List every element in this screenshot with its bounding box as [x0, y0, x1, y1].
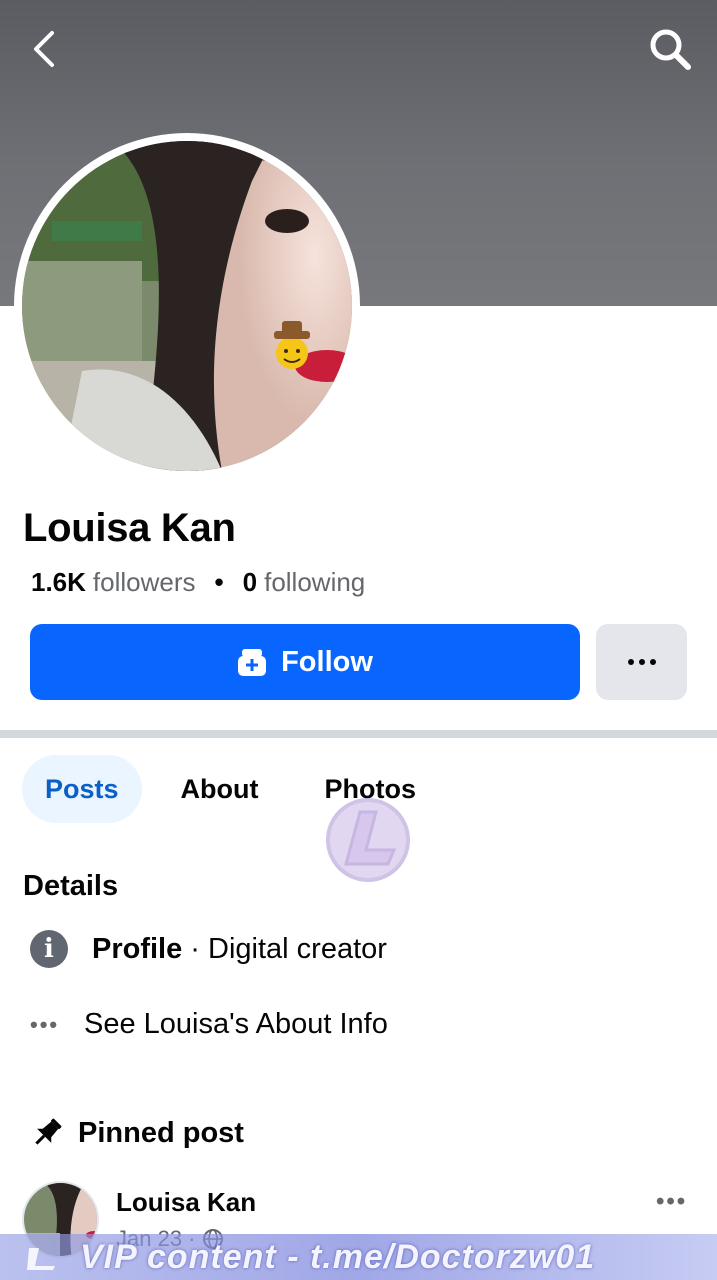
- pin-icon: [35, 1118, 62, 1145]
- see-about-info-link[interactable]: ••• See Louisa's About Info: [30, 1008, 388, 1041]
- more-dots-icon: [627, 659, 656, 665]
- info-icon: i: [30, 930, 68, 968]
- detail-profile-type: i Profile · Digital creator: [30, 930, 387, 968]
- followers-link[interactable]: 1.6K followers: [31, 567, 196, 598]
- section-divider: [0, 730, 717, 738]
- follow-label: Follow: [281, 645, 373, 678]
- following-link[interactable]: 0 following: [243, 567, 366, 598]
- profile-name: Louisa Kan: [23, 506, 236, 550]
- pinned-post-header: Pinned post: [30, 1116, 244, 1150]
- avatar-image: [22, 141, 352, 471]
- pinned-title: Pinned post: [78, 1116, 244, 1149]
- profile-more-button[interactable]: [596, 624, 687, 700]
- tab-posts[interactable]: Posts: [22, 755, 142, 823]
- profile-stats: 1.6K followers • 0 following: [31, 567, 365, 598]
- profile-avatar[interactable]: [22, 141, 352, 471]
- following-count: 0: [242, 567, 258, 597]
- details-title: Details: [23, 870, 119, 902]
- search-icon: [650, 29, 691, 70]
- search-button[interactable]: [645, 24, 695, 74]
- detail-value: · Digital creator: [182, 932, 387, 965]
- about-link-label: See Louisa's About Info: [84, 1008, 388, 1040]
- post-more-button[interactable]: •••: [656, 1188, 687, 1216]
- followers-label: followers: [92, 567, 196, 597]
- stats-separator: •: [214, 567, 224, 597]
- watermark-banner-logo: [22, 1242, 62, 1272]
- watermark-banner: VIP content - t.me/Doctorzw01: [0, 1234, 717, 1280]
- more-dots-icon: •••: [30, 1011, 60, 1037]
- detail-key: Profile: [92, 932, 183, 965]
- tab-about[interactable]: About: [158, 755, 282, 823]
- watermark-text: VIP content - t.me/Doctorzw01: [80, 1237, 596, 1276]
- watermark-logo: [326, 798, 410, 882]
- back-button[interactable]: [20, 24, 70, 74]
- following-label: following: [264, 567, 366, 597]
- chevron-left-icon: [34, 31, 54, 67]
- follow-icon: [238, 649, 267, 676]
- follow-button[interactable]: Follow: [30, 624, 580, 700]
- post-author-name[interactable]: Louisa Kan: [116, 1187, 256, 1218]
- followers-count: 1.6K: [31, 567, 86, 597]
